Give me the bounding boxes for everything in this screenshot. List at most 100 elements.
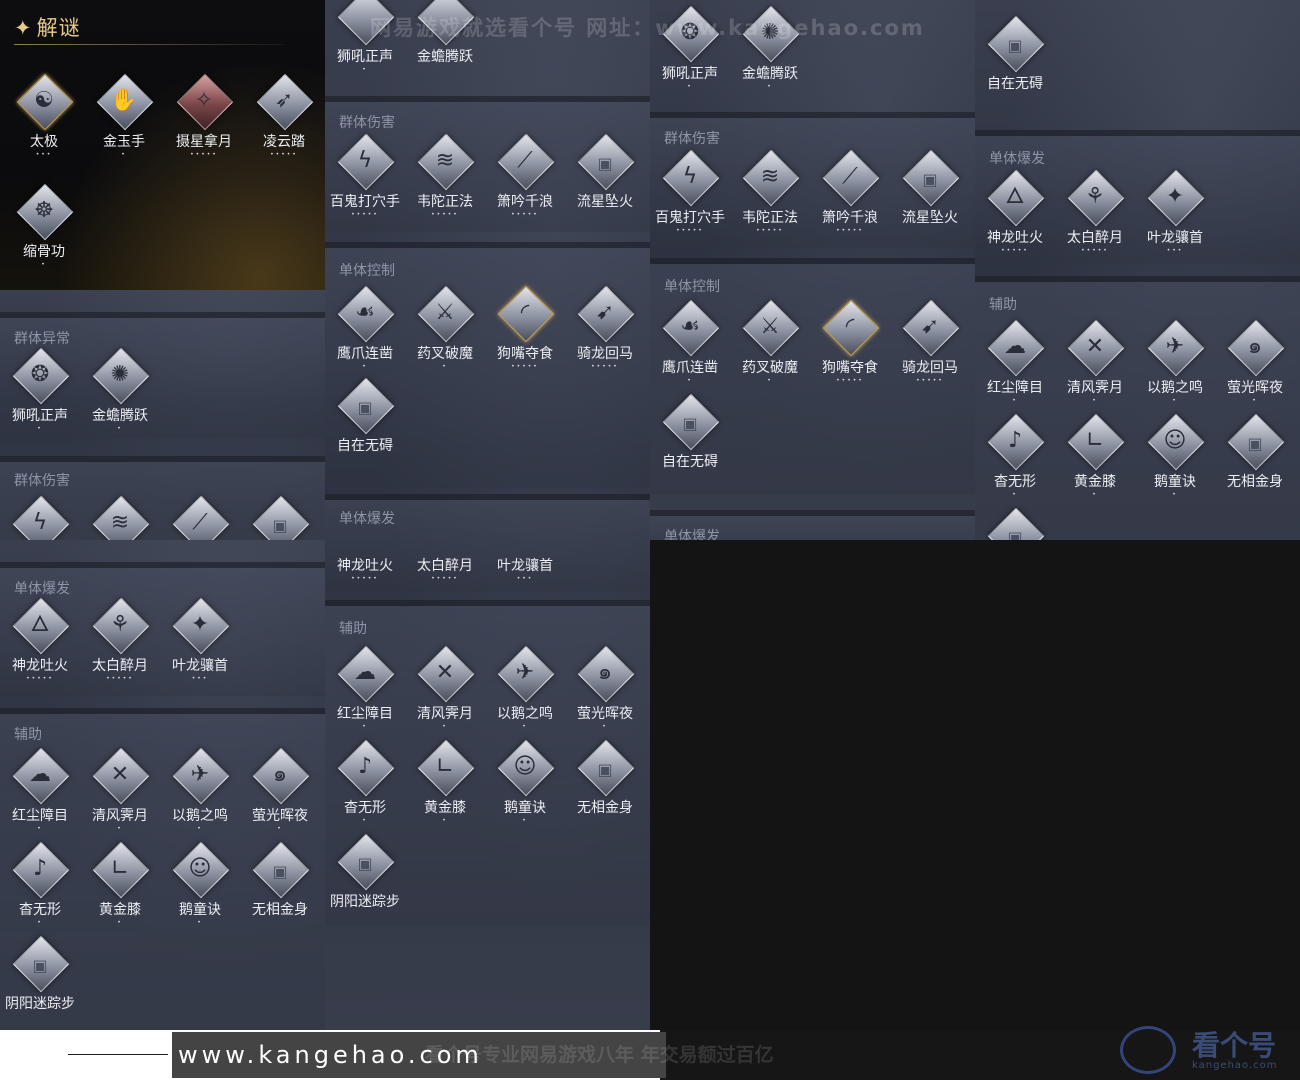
skill-huangjin[interactable]: ∟ 黄金膝 • bbox=[1055, 413, 1135, 514]
claw-icon: ☙ bbox=[355, 300, 375, 325]
vortex-icon: ✺ bbox=[110, 362, 130, 387]
skill-wuxiang[interactable]: ▣ 无相金身 bbox=[1215, 413, 1295, 514]
skill-suogugong[interactable]: ☸ 缩骨功 • bbox=[4, 183, 84, 284]
skill-stars: ••••• bbox=[351, 211, 379, 218]
skill-libai[interactable]: ⚘ 太白醉月 ••••• bbox=[80, 597, 160, 698]
skill-wuxiang[interactable]: ▣ 无相金身 bbox=[565, 739, 645, 840]
skill-yingzhao[interactable]: ☙ 鹰爪连凿 • bbox=[650, 299, 730, 400]
skill-hongchen[interactable]: ☁ 红尘障目 • bbox=[0, 747, 80, 848]
skill-label: 阴阳迷踪步 bbox=[5, 996, 75, 1012]
skill-xingwu[interactable]: ♪ 杳无形 • bbox=[325, 739, 405, 840]
skill-gouzui[interactable]: ◜ 狗嘴夺食 ••••• bbox=[485, 285, 565, 386]
skill-etong[interactable]: ☺ 鹅童诀 • bbox=[485, 739, 565, 840]
skill-dragon-fire[interactable]: 🜂 神龙吐火 ••••• bbox=[0, 597, 80, 698]
skill-hongchen[interactable]: ☁ 红尘障目 • bbox=[975, 319, 1055, 420]
logo-subtext: kangehao.com bbox=[1192, 1060, 1278, 1071]
skill-golden-toad[interactable]: ✺ 金蟾腾跃 • bbox=[80, 347, 160, 448]
skill-yelong[interactable]: ✦ 叶龙骧首 ••• bbox=[1135, 169, 1215, 270]
skill-dragon-fire[interactable]: 神龙吐火 ••••• bbox=[325, 500, 405, 600]
skill-partial[interactable]: ϟ bbox=[0, 495, 80, 540]
skill-yie[interactable]: ✈ 以鹅之鸣 • bbox=[160, 747, 240, 848]
skill-liuxing[interactable]: ▣ 流星坠火 bbox=[565, 133, 645, 234]
skill-partial[interactable]: ⟋ bbox=[160, 495, 240, 540]
skill-weituo[interactable]: ≋ 韦陀正法 ••••• bbox=[405, 133, 485, 234]
section-title: 单体控制 bbox=[664, 279, 720, 295]
skill-weituo[interactable]: ≋ 韦陀正法 ••••• bbox=[730, 149, 810, 250]
skill-yie[interactable]: ✈ 以鹅之鸣 • bbox=[1135, 319, 1215, 420]
skill-stars: ••• bbox=[35, 151, 53, 158]
skill-libai[interactable]: 太白醉月 ••••• bbox=[405, 500, 485, 600]
skill-xiaoyin[interactable]: ⟋ 箫吟千浪 ••••• bbox=[485, 133, 565, 234]
skill-yingguang[interactable]: ๑ 萤光晖夜 • bbox=[565, 645, 645, 746]
skill-huangjin[interactable]: ∟ 黄金膝 • bbox=[80, 841, 160, 942]
skill-yelong[interactable]: 叶龙骧首 ••• bbox=[485, 500, 565, 600]
section-single-burst: 单体爆发 神龙吐火 ••••• 太白醉月 ••••• 叶龙骧首 ••• bbox=[325, 494, 650, 592]
skill-zizai[interactable]: ▣ 自在无碍 bbox=[650, 393, 730, 494]
skill-libai[interactable]: ⚘ 太白醉月 ••••• bbox=[1055, 169, 1135, 270]
skill-etong[interactable]: ☺ 鹅童诀 • bbox=[160, 841, 240, 942]
skill-taiji[interactable]: ☯ 太极 ••• bbox=[4, 73, 84, 174]
skill-stars: • bbox=[117, 919, 123, 926]
demon-icon: ⚔ bbox=[435, 300, 455, 325]
skill-yinyang[interactable]: ▣ 阴阳迷踪步 bbox=[325, 833, 405, 934]
lightning-icon: ϟ bbox=[357, 148, 373, 173]
skill-jinyushou[interactable]: ✋ 金玉手 • bbox=[84, 73, 164, 174]
lock-icon: ▣ bbox=[597, 760, 613, 779]
skill-zizai[interactable]: ▣ 自在无碍 bbox=[325, 377, 405, 478]
skill-qingfeng[interactable]: ✕ 清风霁月 • bbox=[1055, 319, 1135, 420]
skill-baigui[interactable]: ϟ 百鬼打穴手 ••••• bbox=[650, 149, 730, 250]
skill-label: 箫吟千浪 bbox=[497, 194, 553, 210]
skill-lion-roar[interactable]: ❂ 狮吼正声 • bbox=[0, 347, 80, 448]
skill-label: 金玉手 bbox=[103, 134, 145, 150]
skill-qingfeng[interactable]: ✕ 清风霁月 • bbox=[405, 645, 485, 746]
skill-yingguang[interactable]: ๑ 萤光晖夜 • bbox=[1215, 319, 1295, 420]
section-assist: 辅助 ☁ 红尘障目 • ✕ 清风霁月 • ✈ 以鹅之鸣 • ๑萤光晖夜 • ♪ 杳无形 • ∟ 黄金… bbox=[0, 708, 325, 1030]
skill-label: 太白醉月 bbox=[92, 658, 148, 674]
skill-yaocha[interactable]: ⚔ 药叉破魔 • bbox=[405, 285, 485, 386]
puzzle-title: 解谜 bbox=[36, 16, 81, 40]
skill-xingwu[interactable]: ♪ 杳无形 • bbox=[975, 413, 1055, 514]
skill-dragon-fire[interactable]: 🜂 神龙吐火 ••••• bbox=[975, 169, 1055, 270]
skill-label: 药叉破魔 bbox=[742, 360, 798, 376]
skill-huangjin[interactable]: ∟ 黄金膝 • bbox=[405, 739, 485, 840]
skill-zizai[interactable]: ▣ 自在无碍 bbox=[975, 15, 1055, 116]
skill-etong[interactable]: ☺ 鹅童诀 • bbox=[1135, 413, 1215, 514]
skill-xingwu[interactable]: ♪ 杳无形 • bbox=[0, 841, 80, 942]
skill-shexingnayue[interactable]: ✧ 摄星拿月 ••••• bbox=[164, 73, 244, 174]
lock-icon: ▣ bbox=[1247, 434, 1263, 453]
skill-yinyang[interactable]: ▣ 阴阳迷踪步 bbox=[0, 935, 80, 1030]
skill-liuxing[interactable]: ▣ 流星坠火 bbox=[890, 149, 970, 250]
skill-qilong[interactable]: ➹ 骑龙回马 ••••• bbox=[890, 299, 970, 400]
skill-stars: • bbox=[767, 83, 773, 90]
skill-lingyunta[interactable]: ➶ 凌云踏 ••••• bbox=[244, 73, 324, 174]
skill-qilong[interactable]: ➹ 骑龙回马 ••••• bbox=[565, 285, 645, 386]
skill-qingfeng[interactable]: ✕ 清风霁月 • bbox=[80, 747, 160, 848]
skill-stars: • bbox=[522, 817, 528, 824]
skill-yelong[interactable]: ✦ 叶龙骧首 ••• bbox=[160, 597, 240, 698]
section-assist: 辅助 ☁ 红尘障目 • ✕ 清风霁月 • ✈ 以鹅之鸣 • ๑萤光晖夜 • ♪ 杳无形 • ∟ 黄金… bbox=[975, 276, 1300, 540]
skill-stars: ••••• bbox=[756, 227, 784, 234]
skill-label: 以鹅之鸣 bbox=[172, 808, 228, 824]
slash-icon: ◜ bbox=[520, 300, 530, 325]
skill-gouzui[interactable]: ◜ 狗嘴夺食 ••••• bbox=[810, 299, 890, 400]
skill-yingzhao[interactable]: ☙ 鹰爪连凿 • bbox=[325, 285, 405, 386]
claw-icon: ☙ bbox=[680, 314, 700, 339]
skill-label: 以鹅之鸣 bbox=[1147, 380, 1203, 396]
skill-yingguang[interactable]: ๑ 萤光晖夜 • bbox=[240, 747, 320, 848]
section-title: 辅助 bbox=[14, 727, 42, 743]
skill-stars: • bbox=[117, 425, 123, 432]
skill-yaocha[interactable]: ⚔ 药叉破魔 • bbox=[730, 299, 810, 400]
skill-partial[interactable]: ▣ bbox=[240, 495, 320, 540]
skill-wuxiang[interactable]: ▣ 无相金身 bbox=[240, 841, 320, 942]
skill-partial[interactable]: ≋ bbox=[80, 495, 160, 540]
section-single-control: 单体控制 ☙ 鹰爪连凿 • ⚔ 药叉破魔 • ◜ 狗嘴夺食 ••••• ➹ 骑龙回马 •••••… bbox=[650, 258, 975, 494]
skill-stars: • bbox=[121, 151, 127, 158]
skill-hongchen[interactable]: ☁ 红尘障目 • bbox=[325, 645, 405, 746]
skill-label: 萤光晖夜 bbox=[252, 808, 308, 824]
skill-baigui[interactable]: ϟ 百鬼打穴手 ••••• bbox=[325, 133, 405, 234]
skill-xiaoyin[interactable]: ⟋ 箫吟千浪 ••••• bbox=[810, 149, 890, 250]
skill-yie[interactable]: ✈ 以鹅之鸣 • bbox=[485, 645, 565, 746]
skill-stars: • bbox=[442, 723, 448, 730]
child-icon: ☺ bbox=[188, 856, 212, 881]
skill-partial[interactable]: ▣ bbox=[975, 507, 1055, 540]
